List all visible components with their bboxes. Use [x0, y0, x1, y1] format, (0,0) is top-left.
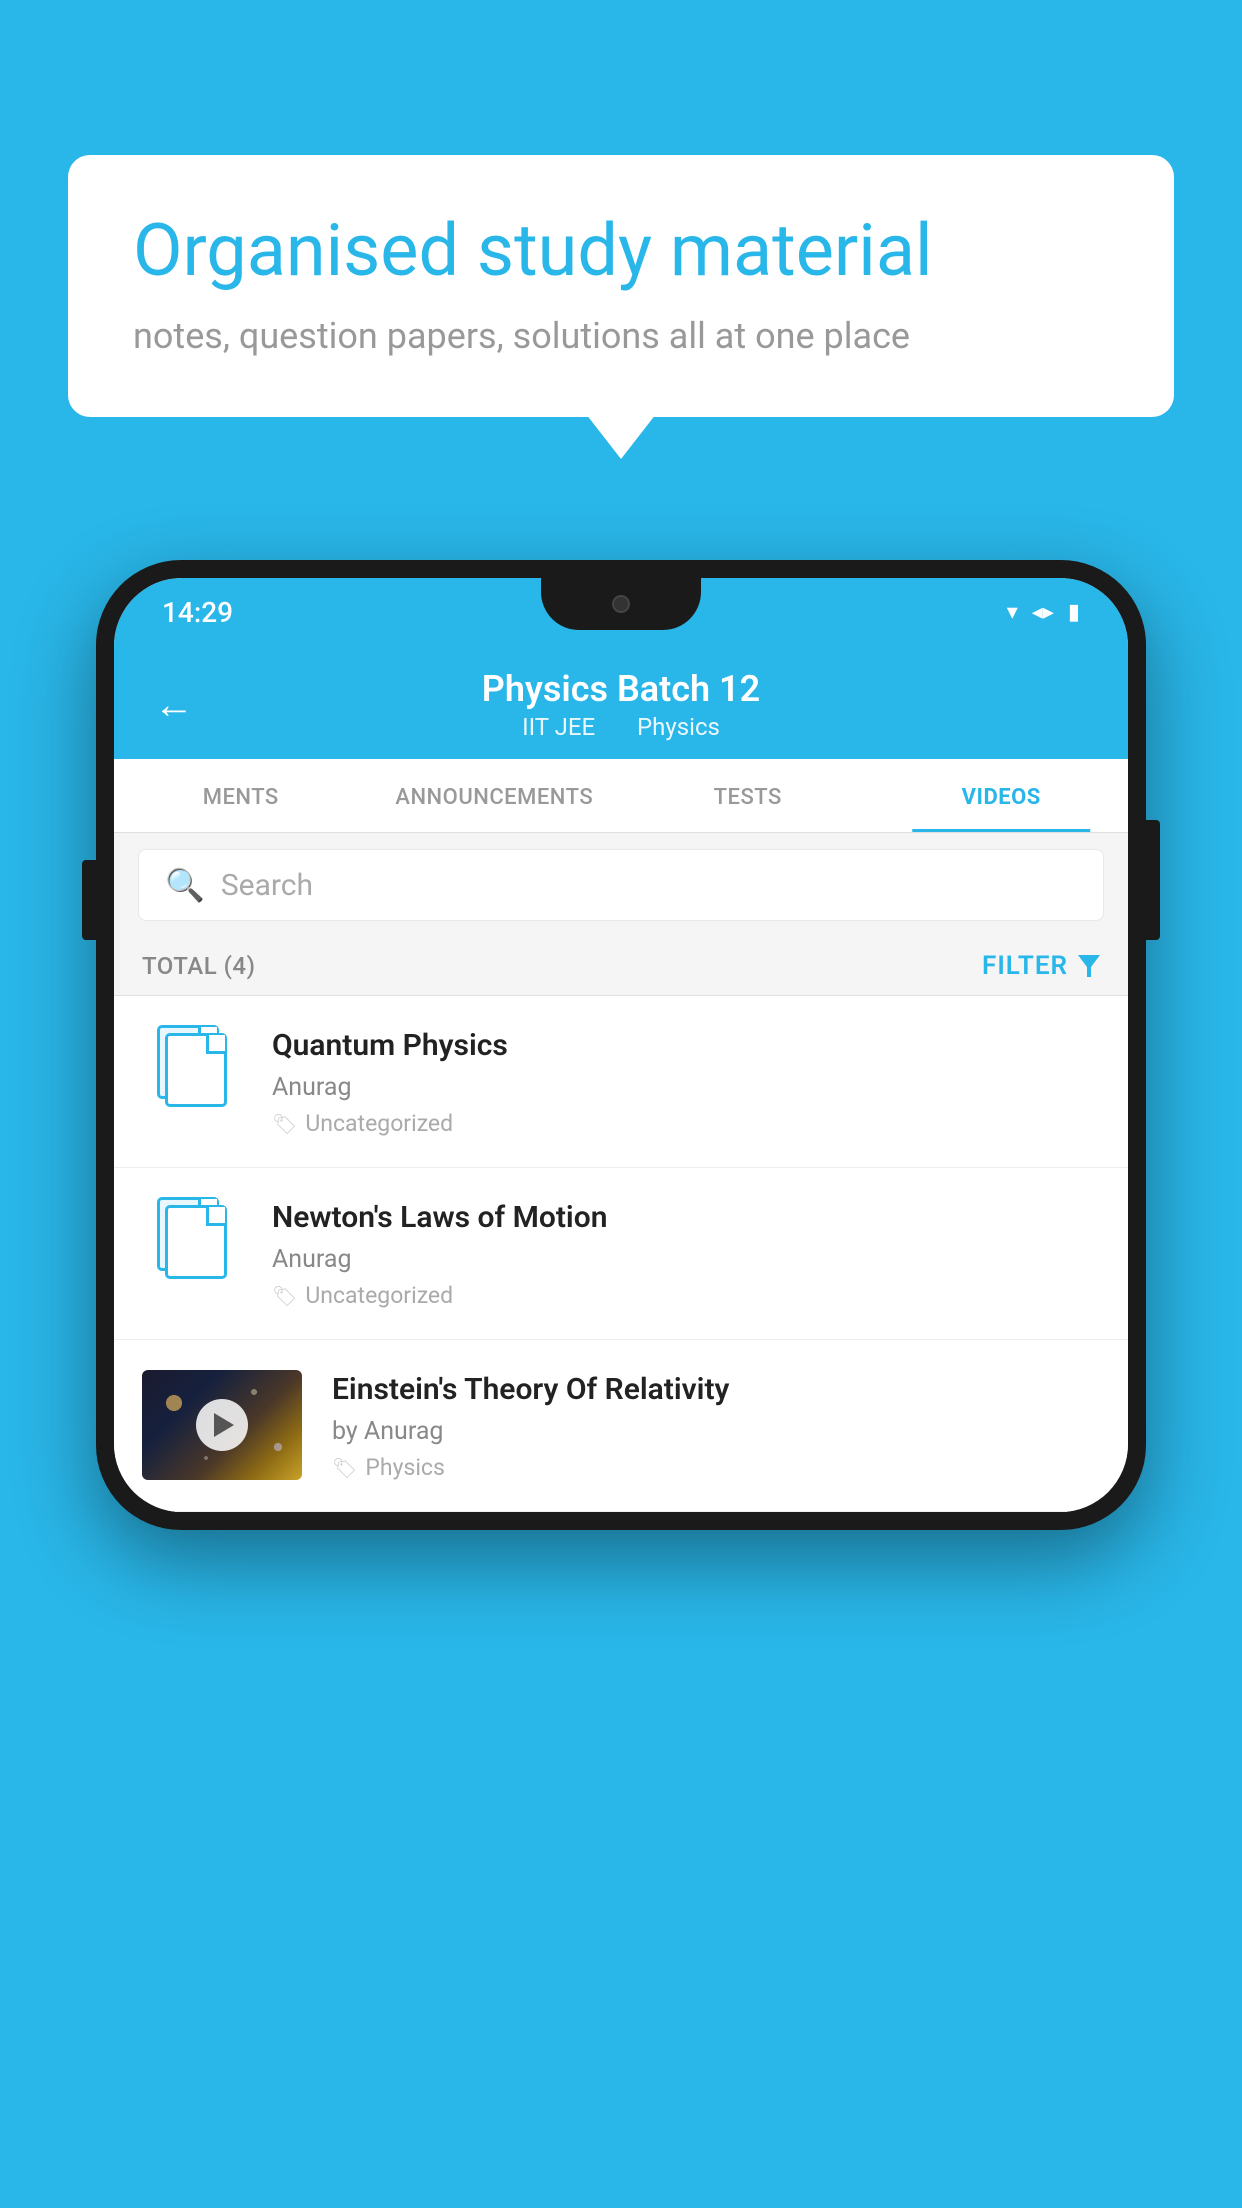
speech-bubble-card: Organised study material notes, question…	[68, 155, 1174, 417]
status-time: 14:29	[162, 596, 233, 629]
signal-icon: ◂▸	[1032, 600, 1054, 625]
app-header: ← Physics Batch 12 IIT JEE Physics	[114, 646, 1128, 759]
video-title: Newton's Laws of Motion	[272, 1198, 1100, 1237]
list-item[interactable]: Quantum Physics Anurag 🏷 Uncategorized	[114, 996, 1128, 1168]
filter-icon	[1078, 955, 1100, 977]
doc-page-front	[165, 1033, 227, 1107]
play-triangle-icon	[214, 1413, 234, 1437]
tab-tests[interactable]: TESTS	[621, 759, 875, 832]
list-item[interactable]: Einstein's Theory Of Relativity by Anura…	[114, 1340, 1128, 1512]
subtitle-part2: Physics	[637, 713, 720, 741]
tabs-bar: MENTS ANNOUNCEMENTS TESTS VIDEOS	[114, 759, 1128, 833]
speech-bubble: Organised study material notes, question…	[68, 155, 1174, 417]
video-tag: 🏷 Physics	[332, 1454, 1100, 1481]
phone-screen: 14:29 ▾ ◂▸ ▮ ← Physics Batch 12 IIT JEE	[114, 578, 1128, 1512]
speech-bubble-subtext: notes, question papers, solutions all at…	[133, 315, 1109, 357]
filter-label: FILTER	[982, 951, 1068, 981]
filter-button[interactable]: FILTER	[982, 951, 1100, 981]
tag-icon: 🏷	[272, 1112, 297, 1136]
video-tag: 🏷 Uncategorized	[272, 1110, 1100, 1137]
back-button[interactable]: ←	[154, 685, 194, 725]
subtitle-separator	[613, 713, 625, 741]
video-thumbnail	[142, 1370, 302, 1480]
header-subtitle: IIT JEE Physics	[224, 713, 1018, 741]
speech-bubble-heading: Organised study material	[133, 210, 1109, 293]
header-title-block: Physics Batch 12 IIT JEE Physics	[224, 668, 1018, 741]
tab-ments[interactable]: MENTS	[114, 759, 368, 832]
header-title: Physics Batch 12	[224, 668, 1018, 710]
thumbnail-overlay	[142, 1370, 302, 1480]
battery-icon: ▮	[1068, 600, 1080, 625]
status-icons: ▾ ◂▸ ▮	[1007, 600, 1080, 625]
document-icon	[157, 1025, 227, 1107]
doc-page-front	[165, 1205, 227, 1279]
document-icon	[157, 1197, 227, 1279]
search-icon: 🔍	[165, 866, 205, 904]
phone-frame: 14:29 ▾ ◂▸ ▮ ← Physics Batch 12 IIT JEE	[96, 560, 1146, 1530]
search-bar-wrapper: 🔍 Search	[114, 833, 1128, 937]
notch	[541, 578, 701, 630]
total-count: TOTAL (4)	[142, 952, 255, 980]
tab-announcements[interactable]: ANNOUNCEMENTS	[368, 759, 622, 832]
status-bar: 14:29 ▾ ◂▸ ▮	[114, 578, 1128, 646]
tab-videos[interactable]: VIDEOS	[875, 759, 1129, 832]
doc-icon-wrapper	[142, 1198, 242, 1278]
video-info: Einstein's Theory Of Relativity by Anura…	[332, 1370, 1100, 1481]
tag-icon: 🏷	[332, 1456, 357, 1480]
subtitle-part1: IIT JEE	[522, 713, 595, 741]
video-author: Anurag	[272, 1245, 1100, 1274]
tag-label: Uncategorized	[305, 1282, 453, 1309]
doc-icon-wrapper	[142, 1026, 242, 1106]
filter-row: TOTAL (4) FILTER	[114, 937, 1128, 996]
video-info: Newton's Laws of Motion Anurag 🏷 Uncateg…	[272, 1198, 1100, 1309]
video-title: Quantum Physics	[272, 1026, 1100, 1065]
search-placeholder: Search	[221, 868, 313, 903]
phone-container: 14:29 ▾ ◂▸ ▮ ← Physics Batch 12 IIT JEE	[96, 560, 1146, 1530]
wifi-icon: ▾	[1007, 600, 1018, 625]
video-author: Anurag	[272, 1073, 1100, 1102]
tag-label: Uncategorized	[305, 1110, 453, 1137]
video-title: Einstein's Theory Of Relativity	[332, 1370, 1100, 1409]
video-list: Quantum Physics Anurag 🏷 Uncategorized	[114, 996, 1128, 1512]
list-item[interactable]: Newton's Laws of Motion Anurag 🏷 Uncateg…	[114, 1168, 1128, 1340]
play-button[interactable]	[196, 1399, 248, 1451]
video-info: Quantum Physics Anurag 🏷 Uncategorized	[272, 1026, 1100, 1137]
video-tag: 🏷 Uncategorized	[272, 1282, 1100, 1309]
search-bar[interactable]: 🔍 Search	[138, 849, 1104, 921]
tag-label: Physics	[365, 1454, 444, 1481]
video-author: by Anurag	[332, 1417, 1100, 1446]
tag-icon: 🏷	[272, 1284, 297, 1308]
camera-dot	[612, 595, 630, 613]
